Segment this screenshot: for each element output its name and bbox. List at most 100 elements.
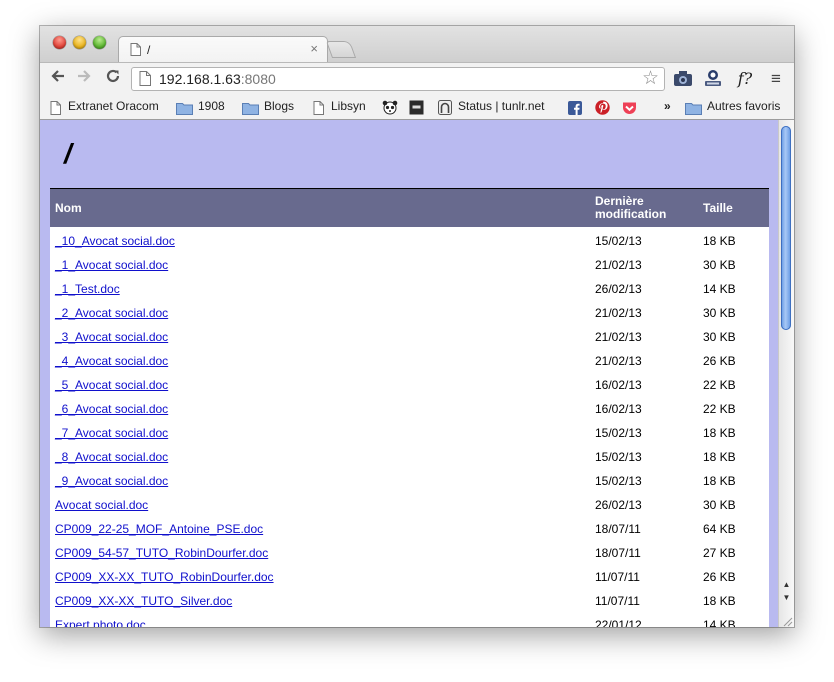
file-link[interactable]: _7_Avocat social.doc — [55, 426, 168, 440]
reload-icon — [106, 69, 120, 83]
table-row: CP009_XX-XX_TUTO_RobinDourfer.doc 11/07/1… — [50, 565, 769, 589]
bookmark-star-icon[interactable]: ☆ — [642, 67, 659, 90]
modified-date: 15/02/13 — [595, 450, 642, 464]
file-link[interactable]: CP009_XX-XX_TUTO_Silver.doc — [55, 594, 232, 608]
file-size: 18 KB — [703, 234, 736, 248]
url-host: 192.168.1.63 — [159, 71, 241, 87]
bookmark-dark-tile[interactable] — [409, 94, 424, 119]
modified-date: 16/02/13 — [595, 402, 642, 416]
table-row: _7_Avocat social.doc 15/02/13 18 KB — [50, 421, 769, 445]
file-link[interactable]: Avocat social.doc — [55, 498, 148, 512]
bookmarks-bar: Extranet Oracom 1908 Blogs Libsyn Status… — [40, 94, 794, 120]
table-row: CP009_54-57_TUTO_RobinDourfer.doc 18/07/1… — [50, 541, 769, 565]
bookmark-facebook[interactable] — [568, 94, 583, 119]
tab-title: / — [147, 43, 151, 57]
tab-active[interactable]: / × — [118, 36, 328, 63]
table-row: _10_Avocat social.doc 15/02/13 18 KB — [50, 229, 769, 253]
column-header-size[interactable]: Taille — [703, 202, 733, 215]
browser-window: / × 192.168.1.63:8080 ☆ f? ≡ Extranet Or… — [40, 26, 794, 627]
page-icon — [139, 71, 151, 91]
camera-extension-icon[interactable] — [672, 69, 694, 89]
arrow-right-icon — [78, 70, 91, 82]
zoom-window-button[interactable] — [93, 36, 106, 49]
bookmark-panda[interactable] — [382, 94, 398, 119]
table-row: CP009_22-25_MOF_Antoine_PSE.doc 18/07/11 6… — [50, 517, 769, 541]
file-link[interactable]: CP009_XX-XX_TUTO_RobinDourfer.doc — [55, 570, 274, 584]
table-row: _1_Test.doc 26/02/13 14 KB — [50, 277, 769, 301]
file-size: 18 KB — [703, 450, 736, 464]
file-size: 14 KB — [703, 618, 736, 627]
minimize-window-button[interactable] — [73, 36, 86, 49]
resize-grip-icon[interactable] — [781, 614, 793, 627]
file-link[interactable]: _5_Avocat social.doc — [55, 378, 168, 392]
modified-date: 22/01/12 — [595, 618, 642, 627]
file-link[interactable]: _1_Avocat social.doc — [55, 258, 168, 272]
url-text: 192.168.1.63:8080 — [159, 71, 276, 87]
bookmark-pinterest[interactable] — [595, 94, 611, 119]
bookmark-pocket[interactable] — [622, 94, 637, 119]
table-row: _6_Avocat social.doc 16/02/13 22 KB — [50, 397, 769, 421]
table-row: _8_Avocat social.doc 15/02/13 18 KB — [50, 445, 769, 469]
file-link[interactable]: Expert photo.doc — [55, 618, 146, 627]
modified-date: 26/02/13 — [595, 498, 642, 512]
bookmark-label: Autres favoris — [707, 99, 781, 113]
modified-date: 15/02/13 — [595, 474, 642, 488]
modified-date: 15/02/13 — [595, 234, 642, 248]
scroll-up-arrow-icon[interactable]: ▲ — [780, 579, 793, 591]
table-row: _4_Avocat social.doc 21/02/13 26 KB — [50, 349, 769, 373]
forward-button[interactable] — [73, 68, 95, 90]
bookmark-label: Status | tunlr.net — [458, 99, 545, 113]
modified-date: 21/02/13 — [595, 354, 642, 368]
table-row: _3_Avocat social.doc 21/02/13 30 KB — [50, 325, 769, 349]
file-link[interactable]: _3_Avocat social.doc — [55, 330, 168, 344]
table-row: Expert photo.doc 22/01/12 14 KB — [50, 613, 769, 627]
bookmarks-overflow-chevron[interactable]: » — [664, 94, 674, 119]
toolbar: 192.168.1.63:8080 ☆ f? ≡ — [40, 62, 794, 95]
address-bar[interactable]: 192.168.1.63:8080 ☆ — [131, 67, 665, 91]
modified-date: 15/02/13 — [595, 426, 642, 440]
table-row: _5_Avocat social.doc 16/02/13 22 KB — [50, 373, 769, 397]
back-button[interactable] — [47, 68, 69, 90]
file-size: 64 KB — [703, 522, 736, 536]
table-row: _9_Avocat social.doc 15/02/13 18 KB — [50, 469, 769, 493]
user-extension-icon[interactable] — [702, 69, 724, 89]
modified-date: 21/02/13 — [595, 258, 642, 272]
vertical-scrollbar[interactable]: ▲ ▼ — [778, 120, 794, 627]
file-link[interactable]: CP009_54-57_TUTO_RobinDourfer.doc — [55, 546, 268, 560]
table-header: Nom Dernière modification Taille — [50, 189, 769, 227]
page-title: / — [64, 138, 72, 169]
modified-date: 26/02/13 — [595, 282, 642, 296]
file-link[interactable]: CP009_22-25_MOF_Antoine_PSE.doc — [55, 522, 263, 536]
menu-icon[interactable]: ≡ — [766, 69, 786, 89]
table-row: CP009_XX-XX_TUTO_Silver.doc 11/07/11 18 KB — [50, 589, 769, 613]
file-size: 26 KB — [703, 354, 736, 368]
column-header-modified[interactable]: Dernière modification — [595, 195, 685, 221]
file-link[interactable]: _2_Avocat social.doc — [55, 306, 168, 320]
file-link[interactable]: _8_Avocat social.doc — [55, 450, 168, 464]
formula-extension-icon[interactable]: f? — [733, 69, 757, 89]
arrow-left-icon — [51, 70, 64, 82]
file-size: 30 KB — [703, 258, 736, 272]
file-link[interactable]: _6_Avocat social.doc — [55, 402, 168, 416]
file-size: 18 KB — [703, 426, 736, 440]
page-icon — [130, 43, 141, 61]
reload-button[interactable] — [102, 68, 124, 90]
file-size: 18 KB — [703, 474, 736, 488]
modified-date: 16/02/13 — [595, 378, 642, 392]
file-link[interactable]: _1_Test.doc — [55, 282, 120, 296]
tab-close-icon[interactable]: × — [310, 41, 318, 56]
table-row: _2_Avocat social.doc 21/02/13 30 KB — [50, 301, 769, 325]
scrollbar-thumb[interactable] — [781, 126, 791, 330]
file-link[interactable]: _9_Avocat social.doc — [55, 474, 168, 488]
file-size: 27 KB — [703, 546, 736, 560]
modified-date: 21/02/13 — [595, 330, 642, 344]
url-port: :8080 — [240, 71, 276, 87]
column-header-name[interactable]: Nom — [55, 202, 82, 215]
file-link[interactable]: _10_Avocat social.doc — [55, 234, 175, 248]
scroll-down-arrow-icon[interactable]: ▼ — [780, 592, 793, 604]
file-size: 30 KB — [703, 306, 736, 320]
new-tab-button[interactable] — [325, 41, 357, 58]
file-size: 26 KB — [703, 570, 736, 584]
close-window-button[interactable] — [53, 36, 66, 49]
file-link[interactable]: _4_Avocat social.doc — [55, 354, 168, 368]
